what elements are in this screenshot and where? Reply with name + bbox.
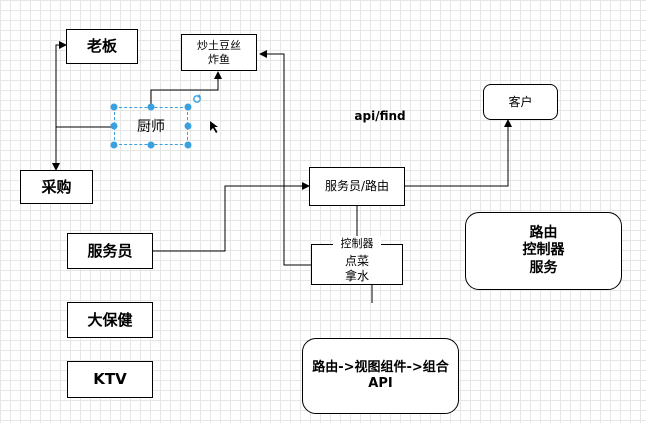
selection-outline [114,107,188,145]
node-router-waiter[interactable]: 服务员/路由 [309,167,405,206]
resize-handle-sw[interactable] [110,141,118,149]
node-spa[interactable]: 大保健 [67,302,153,338]
resize-handle-ne[interactable] [184,103,192,111]
edge-router-to-customer[interactable] [405,119,512,187]
node-waiter[interactable]: 服务员 [67,233,153,269]
resize-handle-n[interactable] [147,103,155,111]
node-ktv[interactable]: KTV [67,361,153,398]
node-customer[interactable]: 客户 [483,84,558,120]
resize-handle-se[interactable] [184,141,192,149]
node-api-find[interactable]: api/find [350,97,410,135]
node-summary-right[interactable]: 路由 控制器 服务 [465,212,622,290]
node-boss[interactable]: 老板 [66,29,138,64]
node-summary-bottom[interactable]: 路由->视图组件->组合 API [302,338,459,414]
resize-handle-w[interactable] [110,122,118,130]
mouse-cursor-icon [210,121,218,133]
resize-handle-e[interactable] [184,122,192,130]
label-controller: 控制器 [333,236,381,250]
node-dishes[interactable]: 炒土豆丝 炸鱼 [181,34,257,71]
rotate-handle-icon[interactable] [193,94,201,103]
resize-handle-nw[interactable] [110,103,118,111]
node-purchase[interactable]: 采购 [20,170,93,204]
resize-handle-s[interactable] [147,141,155,149]
edge-chef-to-dishes[interactable] [150,71,222,107]
edge-waiter-to-router[interactable] [153,182,310,252]
edge-order-to-dishes[interactable] [259,50,311,266]
